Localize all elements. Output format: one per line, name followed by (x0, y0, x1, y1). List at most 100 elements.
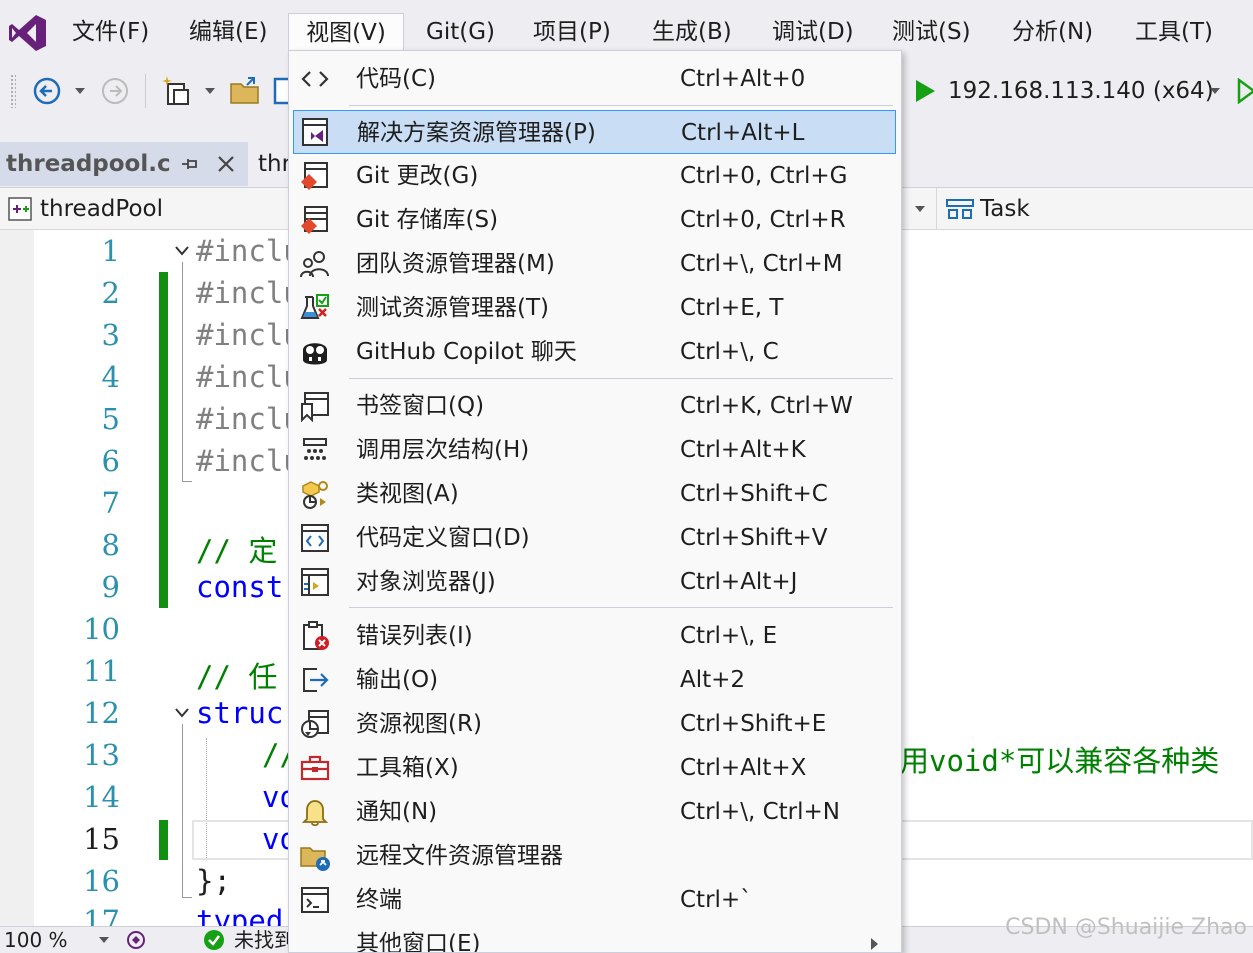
code-line: #inclu (196, 444, 301, 478)
line-number: 7 (101, 486, 120, 520)
code-line: const (196, 570, 284, 604)
menu-item-copilot-chat[interactable]: GitHub Copilot 聊天 Ctrl+\, C (289, 330, 901, 374)
output-icon (303, 668, 329, 692)
menu-item-bookmark-window[interactable]: 书签窗口(Q) Ctrl+K, Ctrl+W (289, 384, 901, 428)
navbar-divider (936, 188, 937, 230)
forward-navigate-icon[interactable] (100, 76, 130, 106)
menu-item-team-explorer[interactable]: 团队资源管理器(M) Ctrl+\, Ctrl+M (289, 242, 901, 286)
menu-item-class-view[interactable]: 类视图(A) Ctrl+Shift+C (289, 472, 901, 516)
tab-second[interactable]: thr (258, 146, 291, 182)
member-dropdown[interactable]: Task (980, 190, 1030, 228)
toolbar-separator (145, 74, 146, 108)
line-number: 1 (101, 234, 120, 268)
back-navigate-icon[interactable] (32, 76, 62, 106)
code-line: typed (196, 904, 284, 926)
menu-git[interactable]: Git(G) (426, 14, 495, 50)
menu-project[interactable]: 项目(P) (533, 14, 611, 50)
new-project-icon[interactable] (160, 74, 194, 108)
line-number: 14 (83, 780, 120, 814)
zoom-level-dropdown[interactable]: 100 % (4, 927, 68, 953)
line-number: 12 (83, 696, 120, 730)
watermark: CSDN @Shuaijie Zhao (1005, 915, 1247, 940)
debug-target-label[interactable]: 192.168.113.140 (x64) (948, 74, 1214, 108)
menu-item-git-changes[interactable]: Git 更改(G) Ctrl+0, Ctrl+G (289, 154, 901, 198)
menu-item-code-definition-window[interactable]: 代码定义窗口(D) Ctrl+Shift+V (289, 516, 901, 560)
intellicode-icon[interactable] (124, 929, 148, 951)
issues-status-text[interactable]: 未找到 (234, 927, 294, 953)
line-number: 2 (101, 276, 120, 310)
code-icon (301, 71, 329, 87)
menu-separator (349, 378, 893, 379)
terminal-icon (301, 887, 329, 913)
code-line: #inclu (196, 402, 301, 436)
pin-tab-icon[interactable] (180, 154, 200, 174)
scope-dropdown[interactable]: threadPool (40, 190, 163, 228)
menu-item-output[interactable]: 输出(O) Alt+2 (289, 658, 901, 702)
visual-studio-logo-icon[interactable] (8, 13, 48, 53)
tab-label: threadpool.c (6, 151, 171, 177)
fold-collapse-icon[interactable] (174, 707, 190, 719)
open-folder-icon[interactable] (228, 74, 262, 108)
menu-item-code[interactable]: 代码(C) Ctrl+Alt+0 (289, 57, 901, 101)
start-debugging-play-icon[interactable] (913, 78, 937, 104)
menu-separator (349, 607, 893, 608)
code-line-comment: // 定 (196, 534, 278, 568)
editor-margin (0, 230, 34, 926)
code-line: #inclu (196, 276, 301, 310)
class-view-icon (302, 481, 328, 509)
code-line: #inclu (196, 318, 301, 352)
menu-test[interactable]: 测试(S) (892, 14, 971, 50)
close-tab-icon[interactable] (216, 154, 236, 174)
menu-item-error-list[interactable]: 错误列表(I) Ctrl+\, E (289, 614, 901, 658)
line-number-current: 15 (83, 822, 120, 856)
menu-view[interactable]: 视图(V) (288, 13, 404, 51)
error-list-icon (303, 621, 329, 650)
menu-analyze[interactable]: 分析(N) (1012, 14, 1093, 50)
code-comment-continuation: 用void*可以兼容各种类 (900, 744, 1220, 778)
zoom-dropdown-chevron-icon[interactable] (98, 935, 110, 945)
fold-guide-end (182, 481, 192, 482)
debug-target-dropdown-chevron-icon[interactable] (1209, 86, 1221, 96)
change-marker (159, 820, 168, 860)
team-explorer-icon (300, 251, 329, 278)
menu-item-git-repository[interactable]: Git 存储库(S) Ctrl+0, Ctrl+R (289, 198, 901, 242)
menu-item-notifications[interactable]: 通知(N) Ctrl+\, Ctrl+N (289, 790, 901, 834)
menu-tools[interactable]: 工具(T) (1135, 14, 1213, 50)
toolbar-grip[interactable] (10, 74, 16, 108)
menu-item-object-browser[interactable]: 对象浏览器(J) Ctrl+Alt+J (289, 560, 901, 604)
menu-item-resource-view[interactable]: 资源视图(R) Ctrl+Shift+E (289, 702, 901, 746)
menu-item-test-explorer[interactable]: 测试资源管理器(T) Ctrl+E, T (289, 286, 901, 330)
object-browser-icon (301, 568, 329, 596)
view-menu-dropdown: 代码(C) Ctrl+Alt+0 解决方案资源管理器(P) Ctrl+Alt+L… (288, 50, 902, 953)
fold-collapse-icon[interactable] (174, 245, 190, 257)
code-line: #inclu (196, 234, 301, 268)
code-line-comment: // 任 (196, 660, 278, 694)
menu-debug[interactable]: 调试(D) (772, 14, 854, 50)
no-issues-check-icon[interactable] (203, 929, 225, 951)
menu-item-other-windows[interactable]: 其他窗口(E) (289, 922, 901, 952)
menu-item-solution-explorer[interactable]: 解决方案资源管理器(P) Ctrl+Alt+L (293, 110, 896, 154)
struct-icon (946, 199, 974, 219)
menu-build[interactable]: 生成(B) (652, 14, 732, 50)
menu-item-terminal[interactable]: 终端 Ctrl+` (289, 878, 901, 922)
submenu-arrow-icon (871, 938, 878, 950)
menu-item-toolbox[interactable]: 工具箱(X) Ctrl+Alt+X (289, 746, 901, 790)
new-project-dropdown-chevron-icon[interactable] (204, 86, 216, 96)
menu-edit[interactable]: 编辑(E) (189, 14, 267, 50)
tab-threadpool-c[interactable]: threadpool.c (0, 142, 248, 186)
notification-bell-icon (301, 800, 329, 827)
fold-guide (182, 262, 183, 482)
git-repository-icon (301, 206, 328, 234)
git-changes-icon (301, 162, 328, 190)
toolbox-icon (300, 755, 330, 781)
bookmark-icon (301, 392, 329, 422)
member-dropdown-chevron-icon[interactable] (914, 204, 926, 214)
remote-file-explorer-icon (300, 847, 330, 871)
menu-item-remote-file-explorer[interactable]: 远程文件资源管理器 (289, 834, 901, 878)
menu-file[interactable]: 文件(F) (72, 14, 149, 50)
menu-item-call-hierarchy[interactable]: 调用层次结构(H) Ctrl+Alt+K (289, 428, 901, 472)
code-definition-icon (301, 524, 329, 552)
copilot-icon (303, 343, 327, 365)
back-dropdown-chevron-icon[interactable] (74, 86, 86, 96)
start-without-debugging-play-icon[interactable] (1236, 78, 1253, 104)
